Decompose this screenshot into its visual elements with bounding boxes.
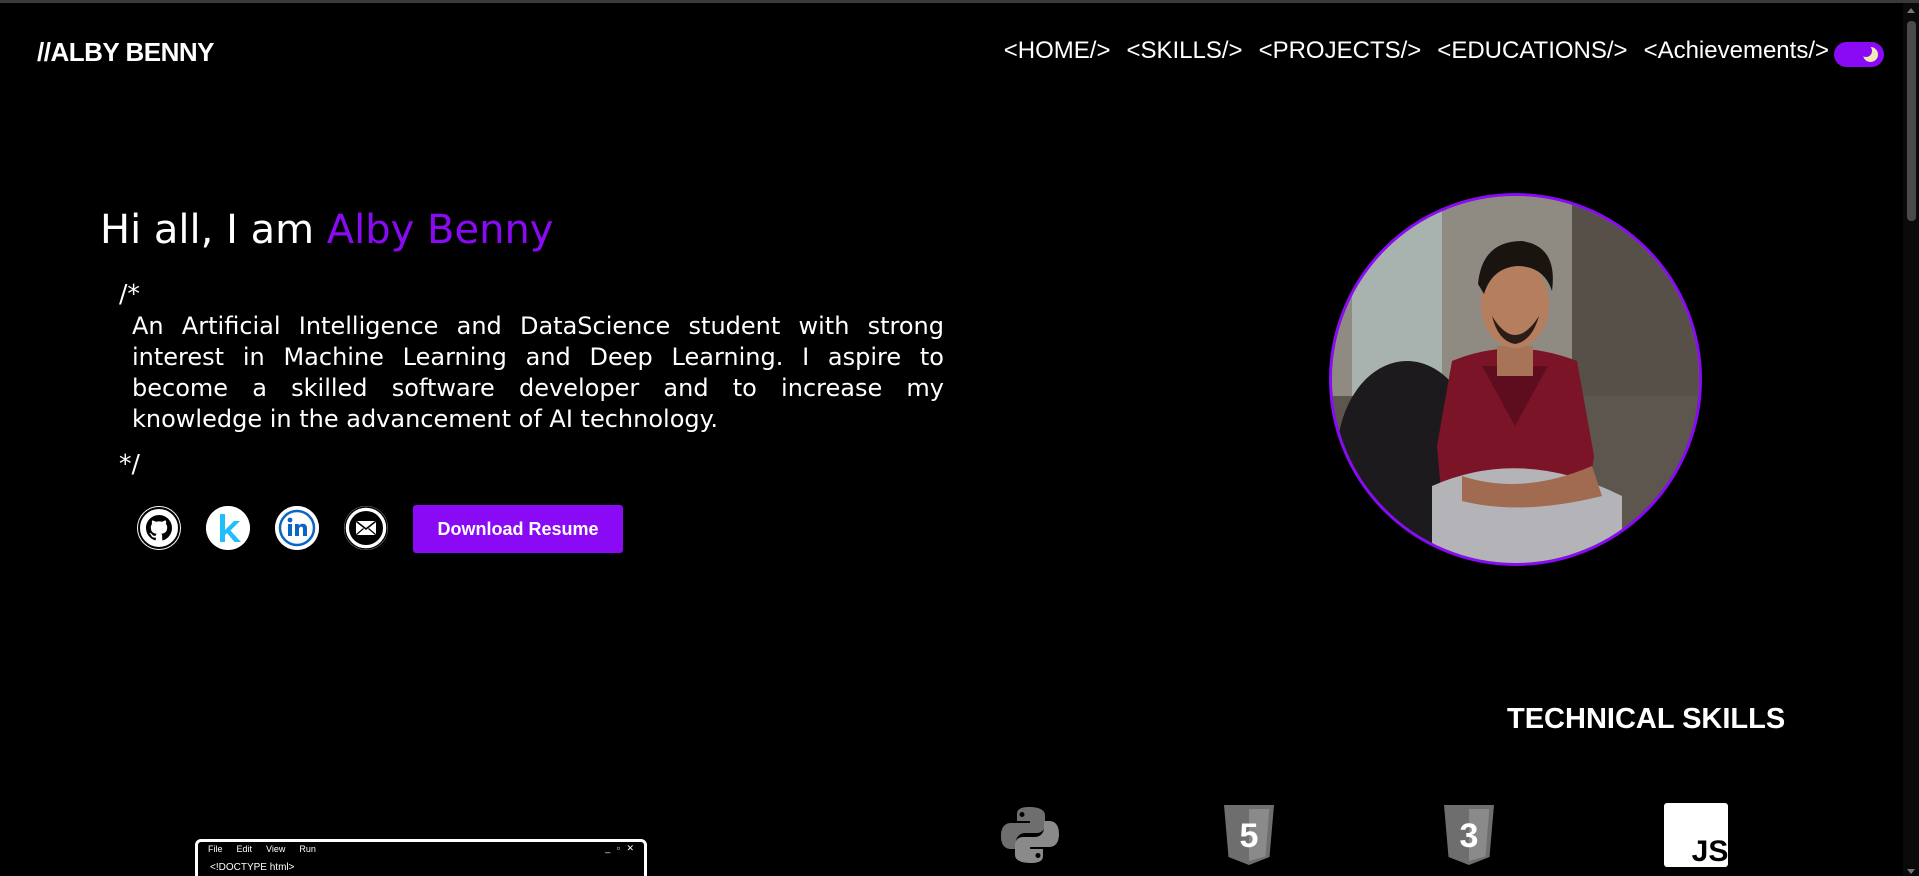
menu-file[interactable]: File — [208, 844, 223, 858]
html5-skill: 5 — [1222, 803, 1276, 871]
linkedin-link[interactable] — [275, 506, 319, 550]
profile-photo — [1329, 193, 1702, 566]
scroll-thumb[interactable] — [1907, 21, 1916, 221]
site-logo[interactable]: //ALBY BENNY — [37, 37, 215, 68]
profile-photo-illustration — [1332, 196, 1699, 563]
hero-bio: An Artificial Intelligence and DataScien… — [132, 312, 944, 433]
nav-educations[interactable]: <EDUCATIONS/> — [1437, 37, 1627, 65]
html5-icon: 5 — [1224, 805, 1274, 865]
linkedin-icon — [275, 506, 319, 550]
email-link[interactable] — [344, 506, 388, 550]
python-skill — [998, 803, 1062, 871]
javascript-skill: JS — [1664, 803, 1728, 871]
nav-skills[interactable]: <SKILLS/> — [1126, 37, 1242, 65]
css3-label: 3 — [1460, 817, 1479, 855]
hero-greeting: Hi all, I am Alby Benny — [100, 207, 553, 253]
menu-edit[interactable]: Edit — [237, 844, 253, 858]
editor-menubar: File Edit View Run _ ▫ ✕ — [198, 842, 644, 860]
page-scrollbar[interactable] — [1903, 3, 1919, 876]
greeting-prefix: Hi all, I am — [100, 207, 327, 253]
javascript-label: JS — [1692, 835, 1728, 867]
kaggle-icon — [206, 506, 250, 550]
email-icon — [344, 506, 388, 550]
nav-achievements[interactable]: <Achievements/> — [1644, 37, 1829, 65]
github-icon — [138, 507, 180, 549]
python-icon — [1001, 807, 1059, 863]
hero-name: Alby Benny — [326, 207, 554, 253]
page: //ALBY BENNY <HOME/> <SKILLS/> <PROJECTS… — [0, 0, 1919, 876]
menu-run[interactable]: Run — [299, 844, 316, 858]
css3-skill: 3 — [1442, 803, 1496, 871]
github-link[interactable] — [137, 506, 181, 550]
scroll-up-arrow-icon[interactable] — [1907, 8, 1915, 13]
download-resume-button[interactable]: Download Resume — [413, 505, 623, 553]
editor-code-line: <!DOCTYPE html> — [210, 862, 295, 873]
theme-toggle[interactable] — [1834, 42, 1884, 67]
comment-close: */ — [119, 449, 140, 478]
html5-label: 5 — [1240, 817, 1259, 855]
window-controls[interactable]: _ ▫ ✕ — [605, 843, 636, 854]
technical-skills-title: TECHNICAL SKILLS — [1507, 703, 1786, 735]
nav-projects[interactable]: <PROJECTS/> — [1259, 37, 1422, 65]
menu-view[interactable]: View — [266, 844, 285, 858]
social-links — [137, 506, 388, 550]
main-nav: <HOME/> <SKILLS/> <PROJECTS/> <EDUCATION… — [1004, 37, 1829, 65]
nav-home[interactable]: <HOME/> — [1004, 37, 1111, 65]
javascript-icon: JS — [1664, 803, 1728, 868]
moon-icon — [1860, 45, 1878, 62]
comment-open: /* — [119, 279, 140, 308]
kaggle-link[interactable] — [206, 506, 250, 550]
code-editor-window: File Edit View Run _ ▫ ✕ <!DOCTYPE html> — [195, 839, 647, 876]
css3-icon: 3 — [1444, 805, 1494, 865]
scroll-down-arrow-icon[interactable] — [1907, 869, 1915, 874]
